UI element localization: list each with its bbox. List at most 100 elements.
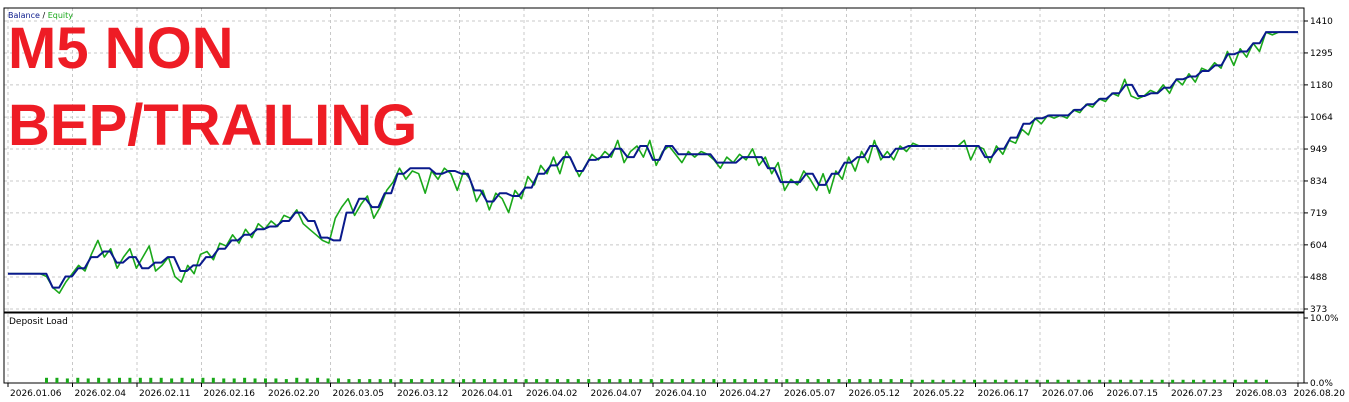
deposit-bar <box>1181 379 1185 383</box>
deposit-bar <box>681 379 685 383</box>
x-tick-label: 2026.07.23 <box>1171 389 1223 399</box>
deposit-bar <box>785 379 789 383</box>
deposit-bar <box>931 379 935 383</box>
deposit-bar <box>1223 379 1227 383</box>
deposit-bar <box>733 379 737 383</box>
x-tick-label: 2026.01.06 <box>10 389 62 399</box>
deposit-bar <box>1129 379 1133 383</box>
main-y-tick-label: 604 <box>1310 241 1327 251</box>
deposit-bar <box>910 379 914 383</box>
deposit-bar <box>1139 379 1143 383</box>
deposit-bar <box>754 379 758 383</box>
deposit-bar <box>1108 379 1112 383</box>
deposit-panel-frame <box>3 312 1305 384</box>
deposit-bar <box>1212 379 1216 383</box>
main-y-axis: 1410129511801064949834719604488373 <box>1304 17 1333 315</box>
x-tick-label: 2026.04.10 <box>655 389 707 399</box>
deposit-panel-grid <box>7 314 1299 383</box>
deposit-bar <box>743 379 747 383</box>
x-tick-label: 2026.02.04 <box>75 389 127 399</box>
deposit-bar <box>138 377 142 383</box>
deposit-bar <box>441 379 445 383</box>
deposit-bar <box>837 379 841 383</box>
strategy-tester-chart: 1410129511801064949834719604488373 10.0%… <box>3 7 1345 399</box>
deposit-bar <box>357 379 361 383</box>
deposit-bar <box>149 377 153 383</box>
deposit-bar <box>983 379 987 383</box>
deposit-bar <box>1014 379 1018 383</box>
main-y-tick-label: 949 <box>1310 145 1327 155</box>
x-tick-label: 2026.06.17 <box>978 389 1030 399</box>
deposit-bar <box>608 379 612 383</box>
x-tick-label: 2026.08.03 <box>1236 389 1288 399</box>
deposit-bar <box>1056 379 1060 383</box>
deposit-bar <box>493 379 497 383</box>
deposit-bar <box>858 379 862 383</box>
deposit-bar <box>253 378 257 383</box>
main-y-tick-label: 488 <box>1310 273 1327 283</box>
deposit-bar <box>1192 379 1196 383</box>
deposit-bars <box>45 377 1268 383</box>
deposit-bar <box>628 379 632 383</box>
x-tick-label: 2026.04.07 <box>591 389 643 399</box>
deposit-bar <box>618 379 622 383</box>
deposit-bar <box>889 379 893 383</box>
deposit-bar <box>159 377 163 383</box>
deposit-bar <box>1254 379 1258 383</box>
deposit-bar <box>284 379 288 383</box>
deposit-bar <box>65 378 69 383</box>
deposit-bar <box>305 378 309 383</box>
deposit-bar <box>691 379 695 383</box>
deposit-bar <box>1077 379 1081 383</box>
deposit-bar <box>722 379 726 383</box>
main-y-tick-label: 1410 <box>1310 17 1333 27</box>
deposit-bar <box>1233 379 1237 383</box>
deposit-bar <box>201 377 205 383</box>
deposit-bar <box>97 377 101 383</box>
deposit-y-tick-label: 0.0% <box>1310 379 1333 389</box>
main-y-tick-label: 834 <box>1310 177 1327 187</box>
x-tick-label: 2026.04.27 <box>720 389 772 399</box>
deposit-bar <box>993 379 997 383</box>
deposit-bar <box>472 379 476 383</box>
deposit-y-axis: 10.0% 0.0% <box>1304 314 1339 389</box>
deposit-bar <box>712 379 716 383</box>
deposit-bar <box>1171 379 1175 383</box>
x-tick-label: 2026.02.16 <box>204 389 256 399</box>
deposit-bar <box>180 377 184 383</box>
deposit-bar <box>1202 379 1206 383</box>
deposit-bar <box>900 379 904 383</box>
deposit-bar <box>451 379 455 383</box>
overlay-title-line2: BEP/TRAILING <box>8 93 417 158</box>
deposit-bar <box>45 377 48 383</box>
deposit-bar <box>1004 379 1008 383</box>
x-tick-label: 2026.03.12 <box>397 389 449 399</box>
deposit-bar <box>462 379 466 383</box>
deposit-bar <box>316 377 320 383</box>
deposit-bar <box>76 377 80 383</box>
deposit-bar <box>243 377 247 383</box>
deposit-bar <box>409 379 413 383</box>
x-tick-label: 2026.07.06 <box>1042 389 1094 399</box>
deposit-bar <box>399 379 403 383</box>
deposit-bar <box>211 377 215 383</box>
deposit-bar <box>263 378 267 383</box>
deposit-bar <box>503 379 507 383</box>
x-tick-label: 2026.04.01 <box>462 389 514 399</box>
deposit-bar <box>524 379 528 383</box>
deposit-bar <box>587 379 591 383</box>
deposit-bar <box>806 379 810 383</box>
deposit-bar <box>597 379 601 383</box>
deposit-bar <box>482 379 486 383</box>
deposit-bar <box>816 379 820 383</box>
x-tick-label: 2026.04.02 <box>526 389 578 399</box>
deposit-bar <box>1119 379 1123 383</box>
deposit-bar <box>920 379 924 383</box>
deposit-bar <box>117 377 121 383</box>
deposit-bar <box>639 379 643 383</box>
deposit-bar <box>368 379 372 383</box>
x-tick-label: 2026.08.20 <box>1293 389 1345 399</box>
deposit-bar <box>420 379 424 383</box>
deposit-bar <box>973 379 977 383</box>
deposit-bar <box>1066 379 1070 383</box>
